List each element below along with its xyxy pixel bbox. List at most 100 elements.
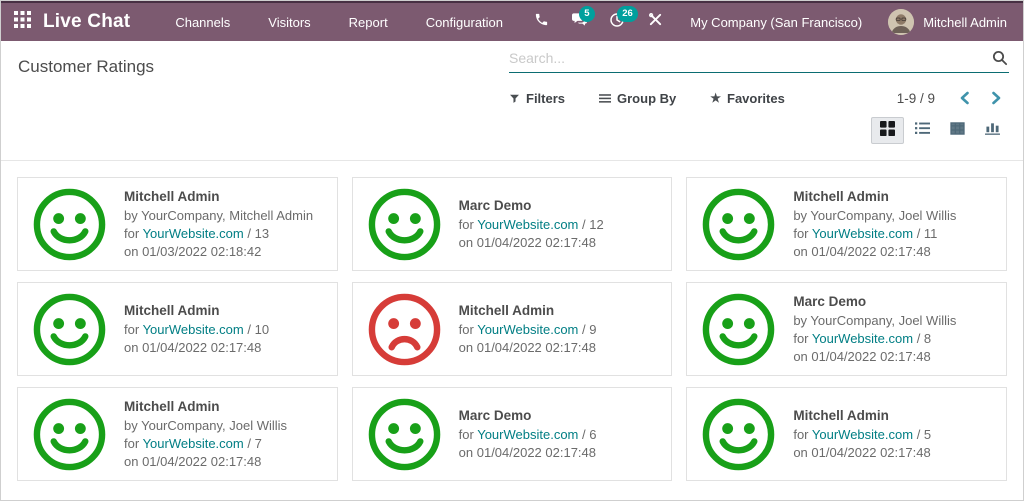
for-suffix: / 7 bbox=[247, 435, 262, 451]
search-icon[interactable] bbox=[991, 49, 1009, 67]
website-link[interactable]: YourWebsite.com bbox=[143, 226, 244, 241]
rated-by-line: by YourCompany, Joel Willis bbox=[793, 312, 957, 328]
rating-card[interactable]: Marc Demo for YourWebsite.com / 12 on 01… bbox=[351, 177, 673, 271]
rated-for-line: for YourWebsite.com / 5 bbox=[793, 426, 931, 444]
for-suffix: / 5 bbox=[916, 426, 932, 442]
for-suffix: / 10 bbox=[247, 321, 270, 337]
rating-date-line: on 01/04/2022 02:17:48 bbox=[793, 348, 931, 364]
view-kanban-button[interactable] bbox=[871, 117, 904, 144]
for-prefix: for bbox=[793, 330, 809, 346]
menu-channels[interactable]: Channels bbox=[156, 3, 249, 41]
pager: 1-9 / 9 bbox=[897, 87, 1009, 109]
page-title: Customer Ratings bbox=[18, 57, 155, 76]
website-link[interactable]: YourWebsite.com bbox=[143, 322, 244, 337]
pager-next-button[interactable] bbox=[983, 87, 1009, 109]
search-input[interactable] bbox=[509, 50, 991, 66]
rating-card[interactable]: Mitchell Admin for YourWebsite.com / 5 o… bbox=[686, 387, 1007, 481]
filters-button[interactable]: Filters bbox=[509, 91, 565, 106]
pager-previous-button[interactable] bbox=[951, 87, 977, 109]
list-view-icon bbox=[915, 121, 930, 140]
website-link[interactable]: YourWebsite.com bbox=[812, 226, 913, 241]
rated-for-line: for YourWebsite.com / 7 bbox=[124, 435, 287, 453]
rating-date-line: on 01/04/2022 02:17:48 bbox=[124, 453, 262, 469]
rating-card-text: Mitchell Admin for YourWebsite.com / 10 … bbox=[124, 302, 269, 357]
website-link[interactable]: YourWebsite.com bbox=[143, 436, 244, 451]
website-link[interactable]: YourWebsite.com bbox=[812, 331, 913, 346]
filters-label: Filters bbox=[526, 90, 566, 106]
rated-for-line: for YourWebsite.com / 9 bbox=[459, 321, 597, 339]
kanban-view-icon bbox=[880, 120, 895, 141]
phone-button[interactable] bbox=[524, 2, 558, 42]
rating-card-text: Marc Demo for YourWebsite.com / 12 on 01… bbox=[459, 197, 604, 252]
search-bar bbox=[509, 49, 1009, 73]
messages-button[interactable]: 5 bbox=[562, 2, 596, 42]
rated-person-name: Marc Demo bbox=[458, 197, 532, 213]
rating-card[interactable]: Mitchell Admin by YourCompany, Joel Will… bbox=[17, 387, 338, 481]
website-link[interactable]: YourWebsite.com bbox=[812, 427, 913, 442]
company-switcher[interactable]: My Company (San Francisco) bbox=[690, 15, 862, 30]
rated-person-name: Mitchell Admin bbox=[793, 407, 889, 423]
view-list-button[interactable] bbox=[906, 117, 939, 144]
for-suffix: / 13 bbox=[247, 225, 270, 241]
tools-button[interactable] bbox=[638, 2, 672, 42]
website-link[interactable]: YourWebsite.com bbox=[477, 322, 578, 337]
user-menu[interactable]: Mitchell Admin bbox=[888, 9, 1011, 35]
rating-card[interactable]: Mitchell Admin by YourCompany, Mitchell … bbox=[17, 177, 338, 271]
view-switcher bbox=[509, 117, 1009, 144]
group-by-label: Group By bbox=[617, 90, 677, 106]
for-prefix: for bbox=[793, 225, 809, 241]
menu-configuration[interactable]: Configuration bbox=[407, 3, 522, 41]
rated-for-line: for YourWebsite.com / 12 bbox=[459, 216, 604, 234]
rating-card-text: Mitchell Admin for YourWebsite.com / 5 o… bbox=[793, 407, 931, 462]
rated-for-line: for YourWebsite.com / 13 bbox=[124, 225, 313, 243]
rated-by-line: by YourCompany, Joel Willis bbox=[793, 207, 957, 223]
phone-icon bbox=[534, 12, 549, 32]
favorites-button[interactable]: ★ Favorites bbox=[710, 91, 785, 106]
view-graph-button[interactable] bbox=[976, 117, 1009, 144]
view-pivot-button[interactable] bbox=[941, 117, 974, 144]
wrench-icon bbox=[648, 12, 663, 32]
rating-date-line: on 01/04/2022 02:17:48 bbox=[793, 243, 931, 259]
rating-card[interactable]: Marc Demo for YourWebsite.com / 6 on 01/… bbox=[351, 387, 673, 481]
rated-person-name: Mitchell Admin bbox=[793, 188, 889, 204]
happy-smiley-icon bbox=[32, 292, 107, 367]
rating-card[interactable]: Mitchell Admin for YourWebsite.com / 10 … bbox=[17, 282, 338, 376]
rated-person-name: Mitchell Admin bbox=[124, 398, 220, 414]
for-suffix: / 9 bbox=[582, 321, 597, 337]
group-by-bars-icon bbox=[599, 93, 612, 104]
rating-card[interactable]: Mitchell Admin for YourWebsite.com / 9 o… bbox=[351, 282, 673, 376]
for-suffix: / 8 bbox=[916, 330, 932, 346]
for-prefix: for bbox=[458, 426, 474, 442]
rated-person-name: Mitchell Admin bbox=[124, 302, 220, 318]
rated-person-name: Marc Demo bbox=[793, 293, 867, 309]
rating-card-text: Mitchell Admin by YourCompany, Joel Will… bbox=[124, 398, 287, 471]
rated-for-line: for YourWebsite.com / 11 bbox=[793, 225, 956, 243]
group-by-button[interactable]: Group By bbox=[599, 91, 676, 106]
apps-grid-icon bbox=[13, 11, 31, 33]
website-link[interactable]: YourWebsite.com bbox=[477, 427, 578, 442]
rating-card-text: Mitchell Admin for YourWebsite.com / 9 o… bbox=[459, 302, 597, 357]
rated-for-line: for YourWebsite.com / 8 bbox=[793, 330, 956, 348]
rating-card[interactable]: Mitchell Admin by YourCompany, Joel Will… bbox=[686, 177, 1007, 271]
for-suffix: / 12 bbox=[582, 216, 604, 232]
filter-funnel-icon bbox=[509, 93, 520, 104]
website-link[interactable]: YourWebsite.com bbox=[477, 217, 578, 232]
pivot-table-icon bbox=[950, 121, 965, 140]
search-options-row: Filters Group By ★ Favorites 1-9 / 9 bbox=[509, 87, 1009, 109]
rated-by-line: by YourCompany, Mitchell Admin bbox=[124, 207, 314, 223]
activities-button[interactable]: 26 bbox=[600, 2, 638, 42]
rating-date-line: on 01/04/2022 02:17:48 bbox=[458, 234, 597, 250]
favorites-label: Favorites bbox=[727, 90, 785, 106]
rated-for-line: for YourWebsite.com / 10 bbox=[124, 321, 269, 339]
messages-count-badge: 5 bbox=[579, 6, 595, 22]
rating-card[interactable]: Marc Demo by YourCompany, Joel Willis fo… bbox=[686, 282, 1007, 376]
avatar bbox=[888, 9, 915, 35]
happy-smiley-icon bbox=[701, 292, 776, 367]
rating-date-line: on 01/04/2022 02:17:48 bbox=[458, 444, 597, 460]
happy-smiley-icon bbox=[367, 397, 442, 472]
kanban-view: Mitchell Admin by YourCompany, Mitchell … bbox=[1, 161, 1023, 491]
menu-report[interactable]: Report bbox=[330, 3, 407, 41]
apps-menu-button[interactable] bbox=[1, 3, 43, 41]
main-menu: Channels Visitors Report Configuration bbox=[156, 3, 522, 41]
menu-visitors[interactable]: Visitors bbox=[249, 3, 329, 41]
